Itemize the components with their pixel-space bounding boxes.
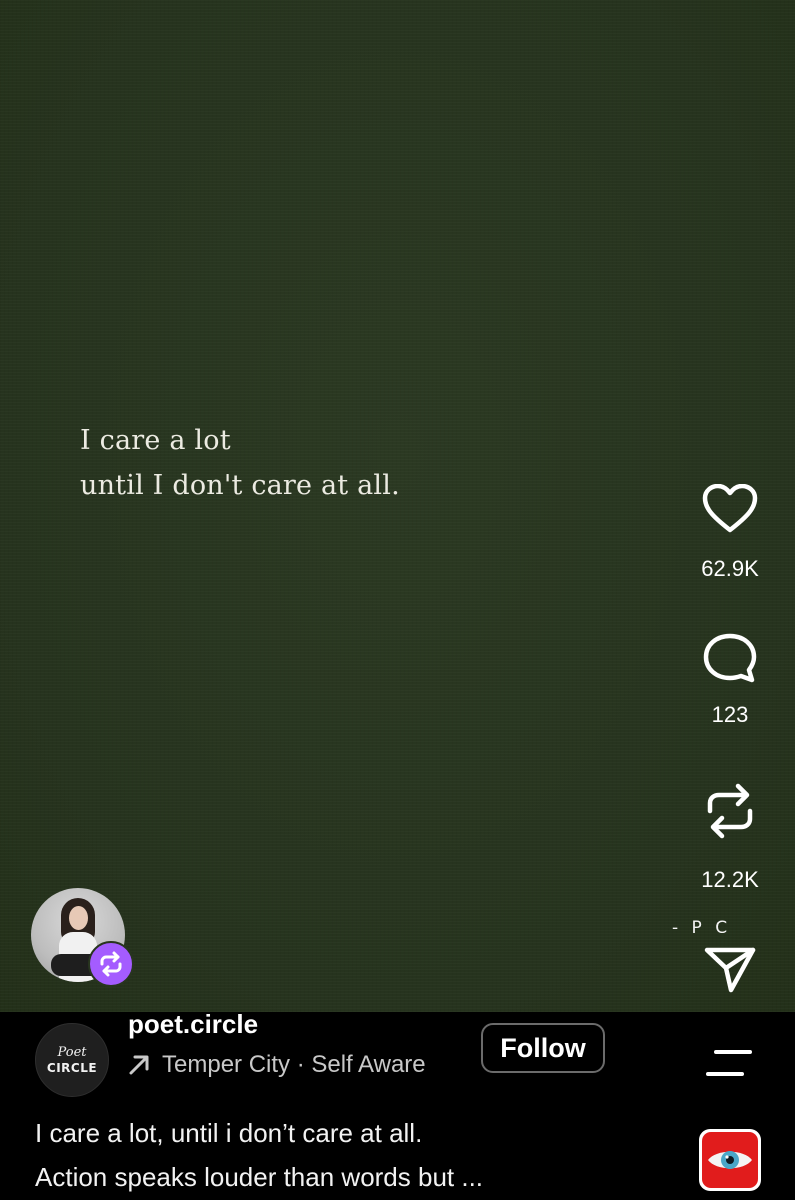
like-count: 62.9K	[701, 556, 759, 581]
logo-line-2: CIRCLE	[46, 1060, 98, 1075]
comment-action: 123	[680, 632, 780, 728]
remix-icon	[100, 951, 122, 977]
account-avatar[interactable]: Poet CIRCLE	[35, 1023, 109, 1097]
comment-count: 123	[711, 702, 749, 727]
repost-count: 12.2K	[701, 867, 759, 892]
caption-line-1: I care a lot, until i don’t care at all.	[35, 1118, 423, 1148]
account-username[interactable]: poet.circle	[128, 1009, 258, 1040]
send-icon[interactable]	[703, 942, 757, 996]
remix-badge	[88, 941, 134, 987]
location-tag[interactable]: Temper City · Self Aware	[128, 1051, 426, 1079]
reel-screen: I care a lot until I don't care at all. …	[0, 0, 795, 1200]
location-label: Temper City · Self Aware	[162, 1051, 426, 1078]
quote-line-1: I care a lot	[80, 425, 231, 456]
remix-avatar[interactable]	[31, 888, 134, 987]
caption-line-2: Action speaks louder than words but ...	[35, 1162, 484, 1192]
quote-line-2: until I don't care at all.	[80, 470, 400, 501]
share-action	[680, 942, 780, 996]
reel-video[interactable]: I care a lot until I don't care at all. …	[0, 0, 795, 1012]
comment-icon[interactable]	[702, 632, 758, 686]
avatar-face	[69, 906, 88, 930]
heart-icon[interactable]	[702, 484, 758, 534]
caption[interactable]: I care a lot, until i don’t care at all.…	[35, 1111, 483, 1199]
like-action: 62.9K	[680, 484, 780, 582]
repost-icon[interactable]	[704, 781, 756, 841]
follow-button[interactable]: Follow	[481, 1023, 605, 1073]
arrow-up-right-icon	[129, 1055, 149, 1075]
logo-line-1: Poet	[57, 1044, 87, 1060]
repost-action: 12.2K	[680, 781, 780, 893]
signature-text: - P C	[672, 918, 732, 938]
audio-art	[702, 1132, 758, 1188]
eye-icon	[708, 1151, 752, 1169]
audio-thumbnail[interactable]	[699, 1129, 761, 1191]
menu-icon[interactable]	[706, 1050, 752, 1076]
quote-text: I care a lot until I don't care at all.	[80, 418, 400, 508]
post-info-bar: Poet CIRCLE poet.circle Temper City · Se…	[0, 1009, 795, 1200]
